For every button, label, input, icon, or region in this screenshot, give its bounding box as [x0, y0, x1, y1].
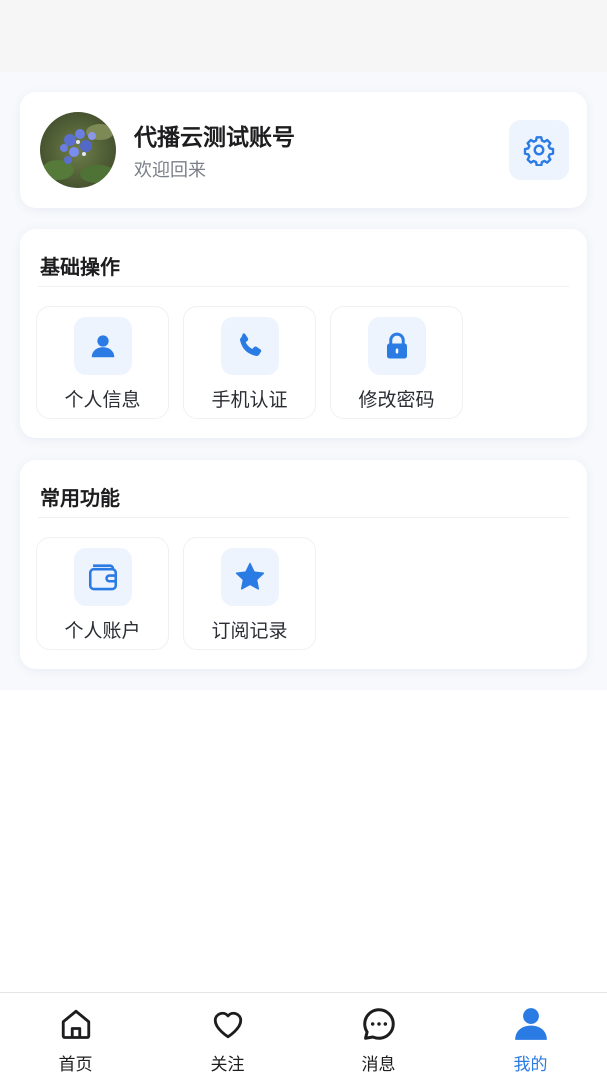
section-title: 常用功能: [40, 486, 120, 510]
star-icon: [235, 562, 265, 590]
tab-follow[interactable]: 关注: [152, 993, 303, 1081]
flower-photo-avatar-icon: [40, 112, 116, 188]
divider: [38, 286, 569, 287]
tile-label: 个人信息: [64, 389, 141, 411]
avatar[interactable]: [40, 112, 116, 188]
personal-info-tile[interactable]: 个人信息: [36, 306, 169, 419]
lock-icon: [387, 332, 407, 359]
subscription-records-tile[interactable]: 订阅记录: [183, 537, 316, 650]
status-bar: [0, 0, 607, 72]
profile-card[interactable]: 代播云测试账号 欢迎回来: [20, 92, 587, 208]
tab-home[interactable]: 首页: [0, 993, 151, 1081]
tab-label: 我的: [513, 1055, 548, 1075]
account-name: 代播云测试账号: [134, 125, 295, 151]
phone-icon: [240, 333, 262, 356]
tab-label: 消息: [361, 1055, 396, 1075]
tile-label: 个人账户: [64, 620, 141, 642]
tile-label: 手机认证: [211, 389, 288, 411]
chat-bubble-icon: [360, 1005, 398, 1043]
wallet-icon-container: [74, 548, 132, 606]
bottom-tab-bar: 首页 关注 消息 我的: [0, 992, 607, 1080]
personal-account-tile[interactable]: 个人账户: [36, 537, 169, 650]
wallet-icon: [88, 564, 118, 591]
gear-icon: [523, 136, 555, 166]
settings-button[interactable]: [509, 120, 569, 180]
common-functions-card: 常用功能 个人账户 订阅记录: [20, 460, 587, 669]
heart-icon: [209, 1005, 247, 1043]
person-icon: [91, 335, 115, 358]
person-icon-container: [74, 317, 132, 375]
divider: [38, 517, 569, 518]
lock-icon-container: [368, 317, 426, 375]
star-icon-container: [221, 548, 279, 606]
section-title: 基础操作: [40, 255, 120, 279]
welcome-text: 欢迎回来: [134, 160, 206, 181]
tab-label: 关注: [210, 1055, 245, 1075]
tile-label: 修改密码: [358, 389, 435, 411]
phone-icon-container: [221, 317, 279, 375]
phone-verification-tile[interactable]: 手机认证: [183, 306, 316, 419]
tile-label: 订阅记录: [211, 620, 288, 642]
home-icon: [57, 1005, 95, 1043]
tab-label: 首页: [58, 1055, 93, 1075]
tab-mine[interactable]: 我的: [455, 993, 606, 1081]
basic-operations-card: 基础操作 个人信息 手机认证 修改密码: [20, 229, 587, 438]
person-icon: [512, 1005, 550, 1043]
tab-messages[interactable]: 消息: [303, 993, 454, 1081]
change-password-tile[interactable]: 修改密码: [330, 306, 463, 419]
